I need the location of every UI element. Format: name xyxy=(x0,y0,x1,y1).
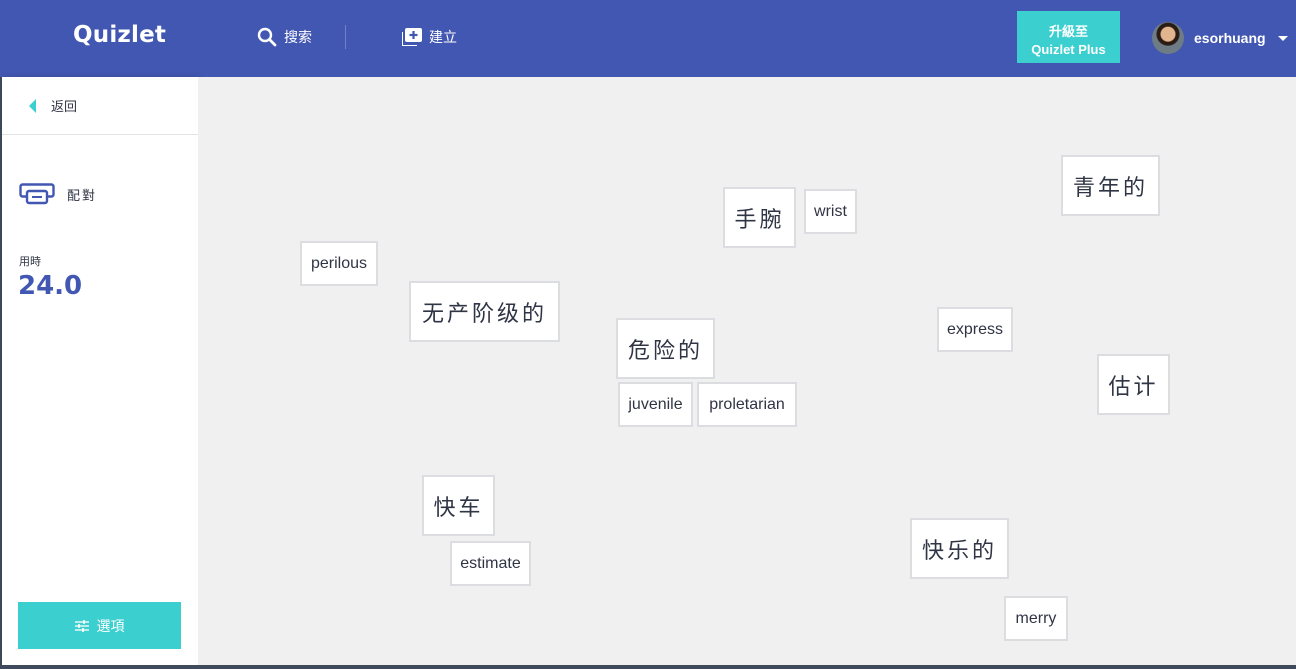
back-arrow-icon xyxy=(29,98,36,113)
search-icon xyxy=(257,27,277,47)
match-tile[interactable]: 无产阶级的 xyxy=(409,281,560,342)
sliders-icon xyxy=(74,619,89,632)
avatar xyxy=(1152,22,1184,54)
match-cards-icon xyxy=(19,183,55,205)
upgrade-plus-button[interactable]: 升級至 Quizlet Plus xyxy=(1017,11,1120,63)
options-button[interactable]: 選項 xyxy=(18,602,181,649)
top-nav-bar: Quizlet 搜索 建立 升級至 Quizlet Plus esorhuang xyxy=(0,0,1296,77)
options-label: 選項 xyxy=(96,617,125,634)
upgrade-line-1: 升級至 xyxy=(1048,24,1088,39)
search-nav-label: 搜索 xyxy=(284,29,312,45)
match-mode-indicator: 配對 xyxy=(19,183,97,205)
chevron-down-icon xyxy=(1277,35,1288,41)
match-tile[interactable]: perilous xyxy=(300,241,378,286)
match-board: perilous 无产阶级的 手腕 wrist 危险的 juvenile pro… xyxy=(198,77,1296,665)
back-button[interactable]: 返回 xyxy=(2,77,198,135)
match-tile[interactable]: 手腕 xyxy=(723,187,796,248)
user-menu[interactable]: esorhuang xyxy=(1152,22,1288,54)
match-tile[interactable]: juvenile xyxy=(618,382,693,427)
mode-label: 配對 xyxy=(67,187,98,203)
match-tile[interactable]: 危险的 xyxy=(616,318,715,379)
match-tile[interactable]: merry xyxy=(1004,596,1068,641)
add-set-icon xyxy=(402,28,422,46)
match-tile[interactable]: 快车 xyxy=(422,475,495,536)
match-tile[interactable]: 估计 xyxy=(1097,354,1170,415)
match-tile[interactable]: proletarian xyxy=(697,382,797,427)
username: esorhuang xyxy=(1194,30,1266,46)
match-sidebar: 返回 配對 用時 24.0 選項 xyxy=(2,77,198,665)
match-tile[interactable]: 快乐的 xyxy=(910,518,1009,579)
upgrade-line-2: Quizlet Plus xyxy=(1031,42,1106,57)
match-tile[interactable]: wrist xyxy=(804,189,857,234)
search-nav-button[interactable]: 搜索 xyxy=(257,26,312,48)
match-tile[interactable]: estimate xyxy=(450,541,531,586)
match-tile[interactable]: express xyxy=(937,307,1013,352)
window-bottom-edge xyxy=(0,665,1296,669)
quizlet-logo[interactable]: Quizlet xyxy=(73,22,166,48)
create-nav-label: 建立 xyxy=(429,29,457,45)
timer-value: 24.0 xyxy=(18,271,83,301)
match-tile[interactable]: 青年的 xyxy=(1061,155,1160,216)
nav-divider xyxy=(345,25,346,49)
timer-label: 用時 xyxy=(19,256,41,268)
back-label: 返回 xyxy=(51,99,78,114)
create-nav-button[interactable]: 建立 xyxy=(402,26,457,48)
